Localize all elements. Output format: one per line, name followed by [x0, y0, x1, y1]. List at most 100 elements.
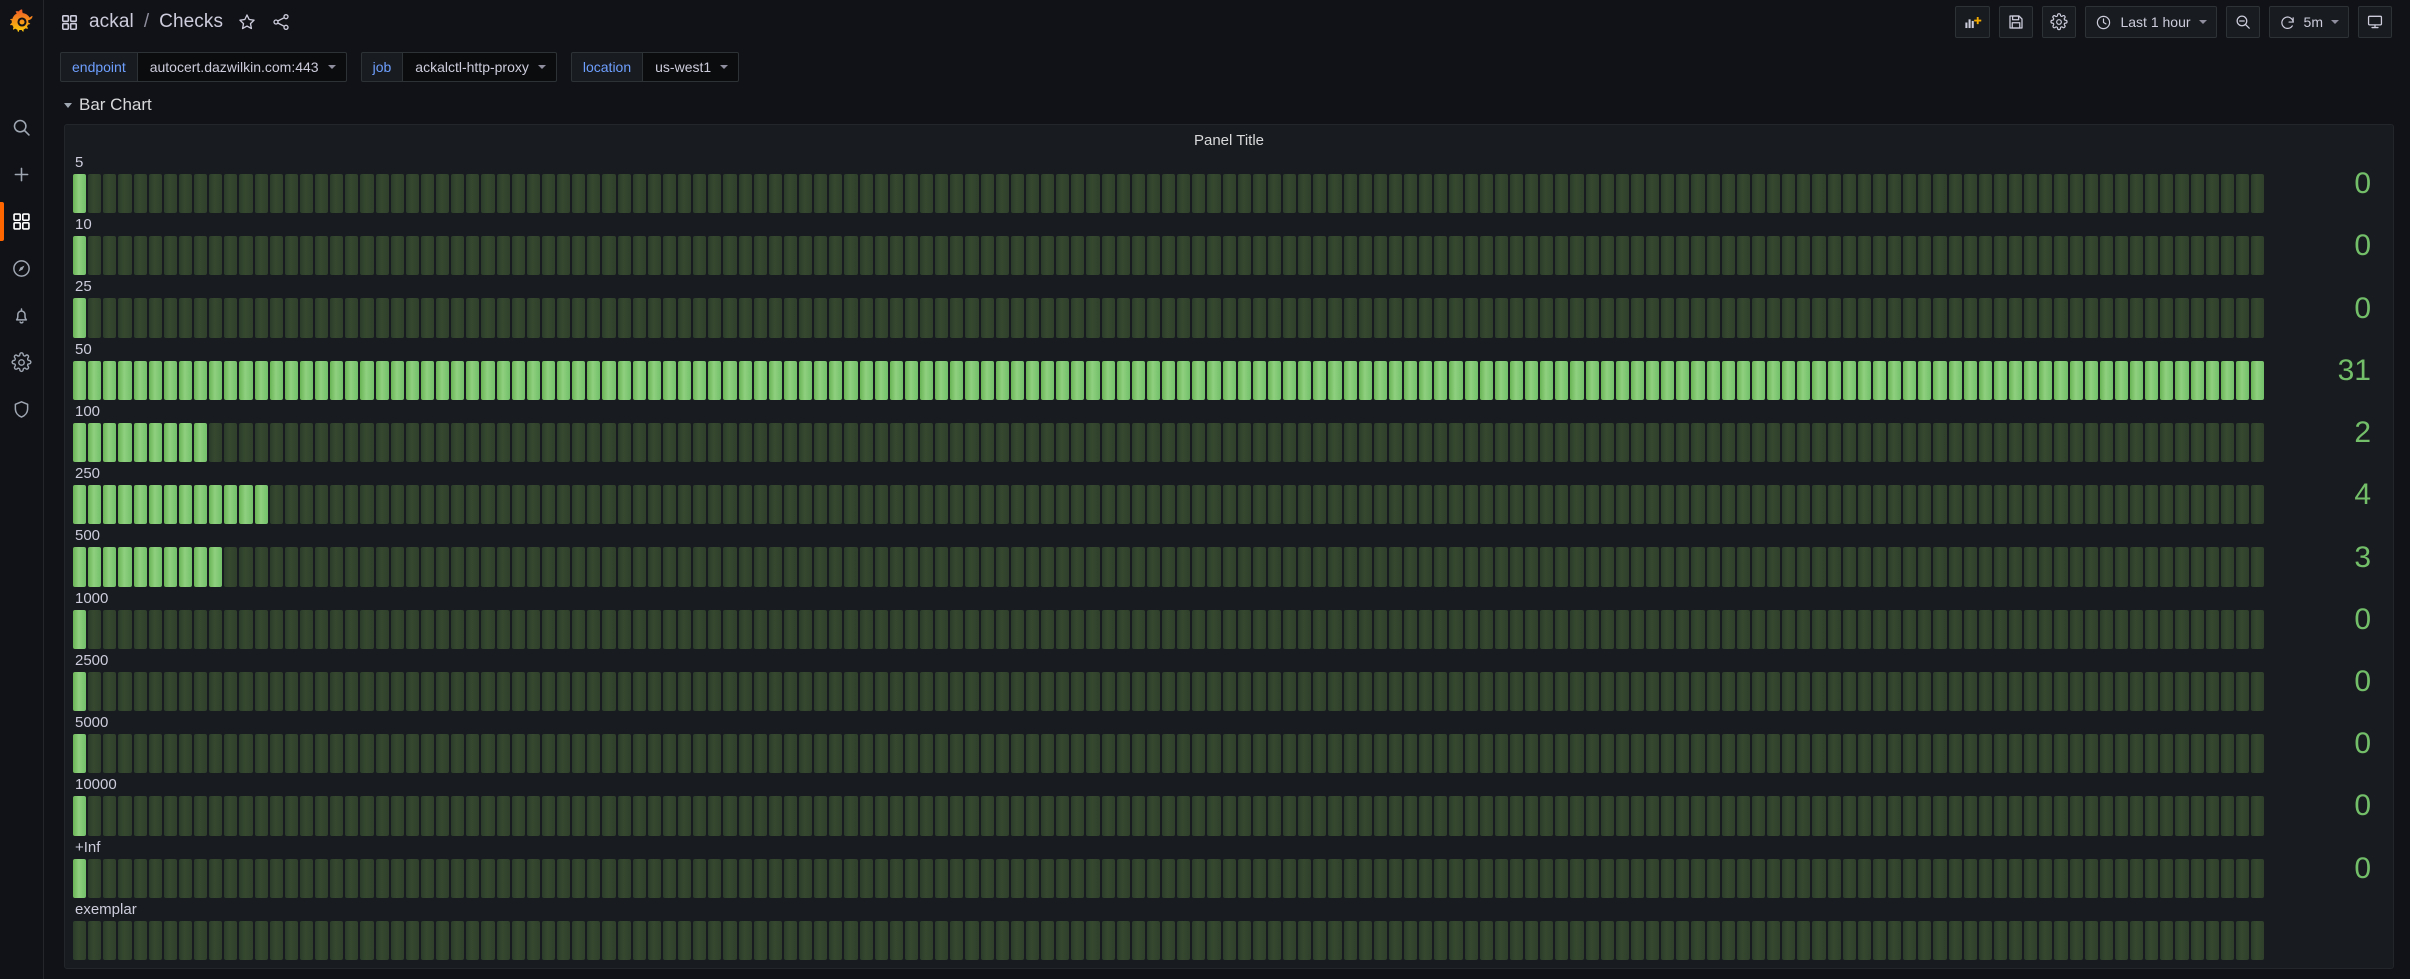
status-cell[interactable] [965, 858, 979, 898]
status-cell[interactable] [420, 422, 434, 463]
status-cell[interactable] [330, 920, 344, 961]
sidebar-item-create[interactable] [0, 151, 44, 198]
status-cell[interactable] [2069, 422, 2083, 463]
status-cell[interactable] [1691, 671, 1705, 712]
status-cell[interactable] [1736, 858, 1750, 898]
status-cell[interactable] [1025, 796, 1039, 836]
status-cell[interactable] [330, 485, 344, 525]
status-cell[interactable] [1661, 796, 1675, 836]
status-cell[interactable] [859, 609, 873, 649]
status-cell[interactable] [1162, 671, 1176, 712]
status-cell[interactable] [874, 734, 888, 774]
status-cell[interactable] [1782, 298, 1796, 338]
status-cell[interactable] [239, 236, 253, 276]
status-cell[interactable] [148, 734, 162, 774]
status-cell[interactable] [1146, 920, 1160, 961]
status-cell[interactable] [420, 174, 434, 214]
status-cell[interactable] [2145, 547, 2159, 587]
status-cell[interactable] [133, 920, 147, 961]
status-cell[interactable] [2220, 360, 2234, 400]
status-cell[interactable] [2160, 422, 2174, 463]
status-cell[interactable] [1267, 547, 1281, 587]
status-cell[interactable] [1767, 609, 1781, 649]
status-cell[interactable] [1842, 174, 1856, 214]
status-cell[interactable] [269, 485, 283, 525]
status-cell[interactable] [965, 174, 979, 214]
status-cell[interactable] [345, 360, 359, 400]
status-cell[interactable] [1540, 858, 1554, 898]
status-cell[interactable] [1978, 858, 1992, 898]
status-cell[interactable] [738, 734, 752, 774]
status-cell[interactable] [904, 298, 918, 338]
status-cell[interactable] [284, 298, 298, 338]
status-cell[interactable] [1509, 734, 1523, 774]
status-cell[interactable] [420, 609, 434, 649]
status-cell[interactable] [1933, 858, 1947, 898]
status-cell[interactable] [632, 734, 646, 774]
status-cell[interactable] [693, 671, 707, 712]
status-cell[interactable] [1010, 734, 1024, 774]
status-cell[interactable] [1540, 298, 1554, 338]
status-cell[interactable] [526, 236, 540, 276]
status-cell[interactable] [1449, 671, 1463, 712]
status-cell[interactable] [194, 547, 208, 587]
status-cell[interactable] [1041, 174, 1055, 214]
status-cell[interactable] [1933, 920, 1947, 961]
status-cell[interactable] [1494, 547, 1508, 587]
status-cell[interactable] [768, 547, 782, 587]
status-cell[interactable] [799, 609, 813, 649]
status-cell[interactable] [1797, 734, 1811, 774]
status-cell[interactable] [1963, 360, 1977, 400]
status-cell[interactable] [1041, 858, 1055, 898]
status-cell[interactable] [451, 422, 465, 463]
status-cell[interactable] [617, 298, 631, 338]
status-cell[interactable] [662, 547, 676, 587]
status-cell[interactable] [1131, 796, 1145, 836]
status-cell[interactable] [662, 236, 676, 276]
status-cell[interactable] [420, 858, 434, 898]
status-cell[interactable] [617, 485, 631, 525]
status-cell[interactable] [1298, 609, 1312, 649]
status-cell[interactable] [118, 485, 132, 525]
status-cell[interactable] [2220, 422, 2234, 463]
mark-favorite-button[interactable] [237, 12, 257, 32]
status-cell[interactable] [965, 485, 979, 525]
status-cell[interactable] [980, 796, 994, 836]
status-cell[interactable] [2024, 298, 2038, 338]
status-cell[interactable] [2251, 609, 2265, 649]
status-cell[interactable] [935, 609, 949, 649]
status-cell[interactable] [1010, 422, 1024, 463]
status-cell[interactable] [1237, 609, 1251, 649]
status-cell[interactable] [1751, 236, 1765, 276]
status-cell[interactable] [1948, 547, 1962, 587]
status-cell[interactable] [1464, 174, 1478, 214]
status-cell[interactable] [330, 360, 344, 400]
status-cell[interactable] [814, 547, 828, 587]
status-cell[interactable] [330, 858, 344, 898]
status-cell[interactable] [1222, 360, 1236, 400]
status-cell[interactable] [1419, 298, 1433, 338]
status-cell[interactable] [330, 298, 344, 338]
status-cell[interactable] [2251, 485, 2265, 525]
status-cell[interactable] [844, 174, 858, 214]
status-cell[interactable] [950, 485, 964, 525]
series-strip[interactable] [73, 360, 2265, 404]
status-cell[interactable] [632, 920, 646, 961]
view-mode-button[interactable] [2358, 6, 2392, 38]
status-cell[interactable] [1525, 547, 1539, 587]
status-cell[interactable] [1222, 298, 1236, 338]
status-cell[interactable] [1404, 298, 1418, 338]
status-cell[interactable] [481, 485, 495, 525]
status-cell[interactable] [375, 858, 389, 898]
status-cell[interactable] [980, 174, 994, 214]
status-cell[interactable] [662, 422, 676, 463]
status-cell[interactable] [330, 671, 344, 712]
status-cell[interactable] [299, 298, 313, 338]
status-cell[interactable] [1479, 174, 1493, 214]
status-cell[interactable] [2205, 422, 2219, 463]
status-cell[interactable] [1978, 174, 1992, 214]
status-cell[interactable] [1706, 422, 1720, 463]
status-cell[interactable] [1419, 485, 1433, 525]
status-cell[interactable] [2175, 360, 2189, 400]
status-cell[interactable] [2145, 920, 2159, 961]
